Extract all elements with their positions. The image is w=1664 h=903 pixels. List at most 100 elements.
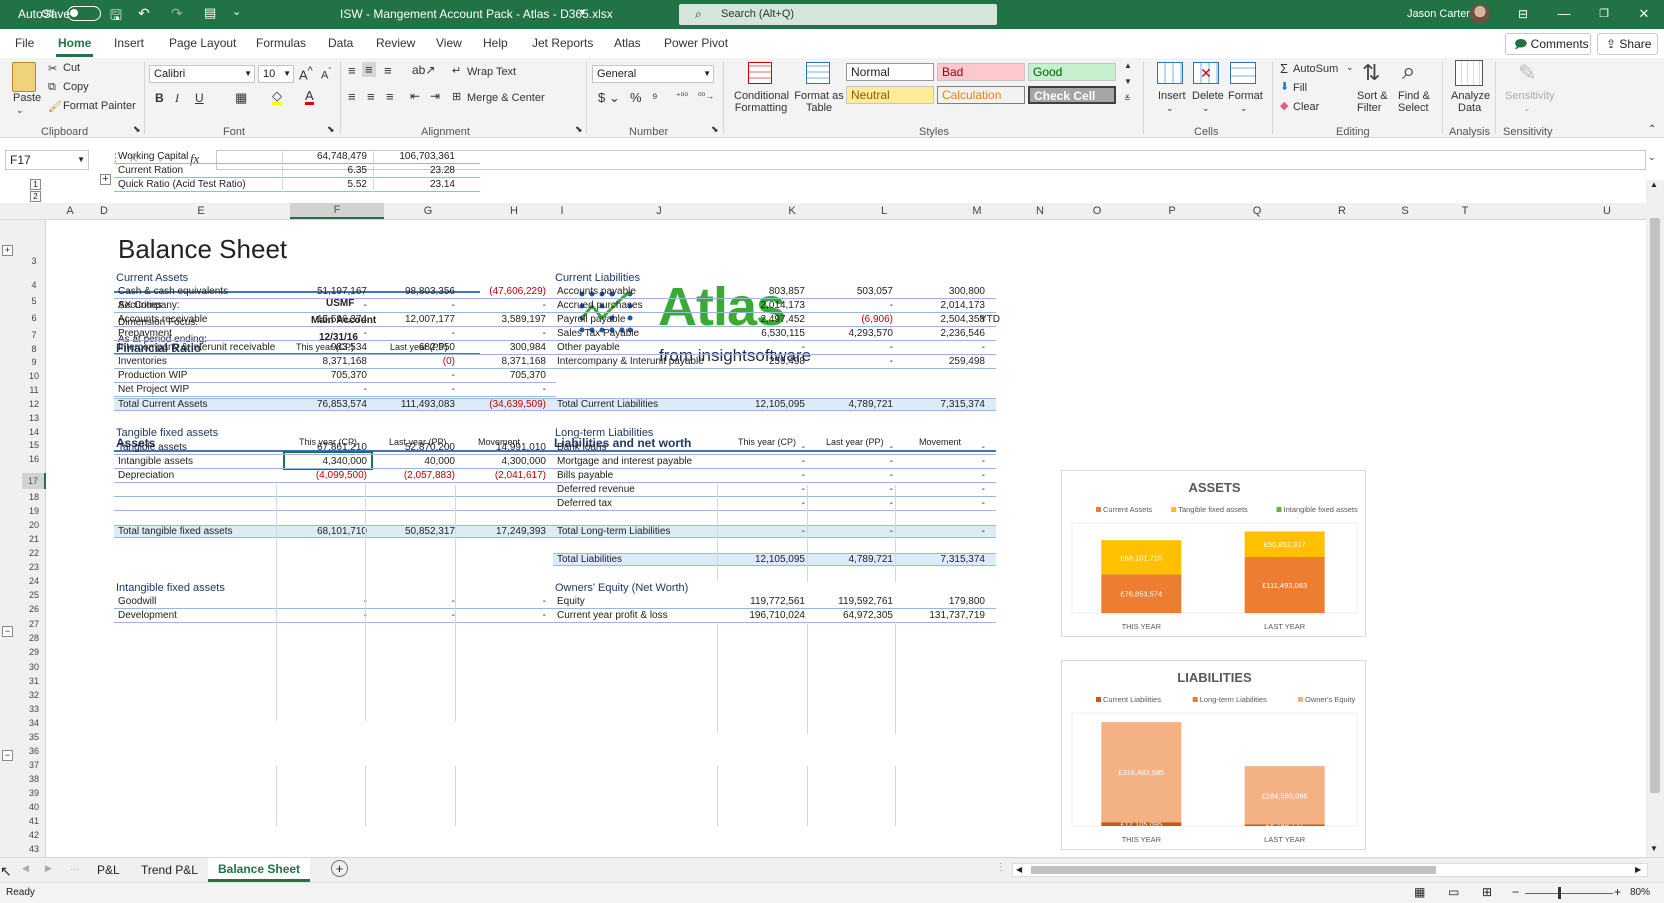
- number-format-select[interactable]: General ▼: [592, 65, 714, 83]
- scroll-up-icon[interactable]: ▲: [1650, 180, 1658, 189]
- row-header[interactable]: 30: [22, 662, 46, 672]
- value-cell[interactable]: -: [283, 328, 367, 339]
- row-header[interactable]: 43: [22, 844, 46, 854]
- font-size-select[interactable]: 10 ▼: [258, 65, 294, 83]
- expand-rows-icon[interactable]: +: [2, 245, 13, 256]
- chevron-down-icon[interactable]: ⌄: [1346, 62, 1354, 73]
- find-select-icon[interactable]: ⌕: [1402, 58, 1415, 86]
- sensitivity-button[interactable]: Sensitivity: [1505, 90, 1555, 102]
- delete-button[interactable]: Delete: [1192, 90, 1224, 102]
- align-center-icon[interactable]: ≡: [367, 89, 375, 104]
- value-cell[interactable]: -: [462, 384, 546, 395]
- value-cell[interactable]: (2,057,883): [371, 470, 455, 481]
- value-cell[interactable]: (2,041,617): [462, 470, 546, 481]
- value-cell[interactable]: 52,870,200: [371, 442, 455, 453]
- value-cell[interactable]: 682,550: [371, 342, 455, 353]
- value-cell[interactable]: 705,370: [462, 370, 546, 381]
- delete-cells-icon[interactable]: ✕: [1193, 62, 1219, 84]
- decrease-decimal-icon[interactable]: ⁰⁰→: [698, 91, 714, 102]
- row-header[interactable]: 21: [22, 534, 46, 544]
- row-header[interactable]: 26: [22, 604, 46, 614]
- conditional-formatting-button[interactable]: Conditional: [734, 90, 789, 102]
- value-cell[interactable]: 4,789,721: [809, 554, 894, 565]
- value-cell[interactable]: 2,014,173: [721, 300, 806, 311]
- wrap-text-button[interactable]: Wrap Text: [467, 66, 516, 78]
- value-cell[interactable]: 259,498: [721, 356, 805, 367]
- row-header[interactable]: 34: [22, 718, 46, 728]
- value-cell[interactable]: 179,800: [901, 596, 985, 607]
- row-header[interactable]: 23: [22, 562, 46, 572]
- cut-button[interactable]: Cut: [63, 62, 80, 74]
- tab-file[interactable]: File: [15, 36, 34, 50]
- row-header[interactable]: 22: [22, 548, 46, 558]
- value-cell[interactable]: -: [721, 342, 805, 353]
- value-cell[interactable]: -: [809, 526, 893, 537]
- percent-icon[interactable]: %: [630, 90, 642, 105]
- value-cell[interactable]: -: [462, 596, 546, 607]
- column-header[interactable]: G: [418, 205, 438, 217]
- scroll-thumb[interactable]: [1650, 218, 1660, 793]
- value-cell[interactable]: 131,737,719: [901, 610, 985, 621]
- zoom-in-icon[interactable]: +: [1614, 885, 1621, 899]
- tab-review[interactable]: Review: [376, 36, 415, 50]
- style-bad[interactable]: Bad: [937, 63, 1025, 81]
- style-good[interactable]: Good: [1028, 63, 1116, 81]
- value-cell[interactable]: -: [809, 498, 893, 509]
- copy-icon[interactable]: ⧉: [48, 81, 56, 94]
- paste-dropdown-icon[interactable]: ⌄: [16, 105, 24, 116]
- value-cell[interactable]: -: [283, 384, 367, 395]
- tab-power-pivot[interactable]: Power Pivot: [664, 36, 728, 50]
- value-cell[interactable]: 5.52: [283, 179, 367, 190]
- italic-button[interactable]: I: [175, 91, 179, 106]
- column-header[interactable]: F: [290, 203, 384, 219]
- value-cell[interactable]: -: [371, 300, 455, 311]
- tab-formulas[interactable]: Formulas: [256, 36, 306, 50]
- value-cell[interactable]: 6,530,115: [721, 328, 805, 339]
- value-cell[interactable]: -: [809, 300, 893, 311]
- merge-center-button[interactable]: Merge & Center: [467, 92, 545, 104]
- sensitivity-icon[interactable]: ✎: [1518, 60, 1536, 86]
- value-cell[interactable]: -: [721, 470, 805, 481]
- value-cell[interactable]: 76,853,574: [283, 399, 367, 410]
- bold-button[interactable]: B: [155, 91, 164, 105]
- value-cell[interactable]: -: [901, 484, 985, 495]
- value-cell[interactable]: 2,497,452: [721, 314, 806, 325]
- value-cell[interactable]: 300,984: [462, 342, 546, 353]
- underline-button[interactable]: U: [195, 91, 204, 105]
- clipboard-icon[interactable]: ▤: [204, 5, 216, 21]
- row-header[interactable]: 41: [22, 816, 46, 826]
- value-cell[interactable]: 68,101,710: [283, 526, 367, 537]
- column-header[interactable]: K: [782, 205, 802, 217]
- avatar[interactable]: [1470, 4, 1490, 24]
- value-cell[interactable]: 259,498: [901, 356, 985, 367]
- tab-home[interactable]: Home: [55, 36, 94, 57]
- row-header[interactable]: 5: [22, 296, 46, 306]
- row-header[interactable]: 28: [22, 633, 46, 643]
- value-cell[interactable]: 17,249,393: [462, 526, 546, 537]
- value-cell[interactable]: -: [462, 300, 546, 311]
- column-header[interactable]: R: [1332, 205, 1352, 217]
- value-cell[interactable]: 23.28: [371, 165, 455, 176]
- format-painter-button[interactable]: Format Painter: [63, 100, 136, 112]
- value-cell[interactable]: -: [283, 610, 367, 621]
- horizontal-scrollbar[interactable]: ◀ ▶: [1012, 863, 1648, 877]
- customize-qat-icon[interactable]: ⌄: [232, 5, 241, 18]
- user-name[interactable]: Jason Carter: [1407, 8, 1470, 20]
- outline-level-button[interactable]: 2: [30, 191, 41, 202]
- decrease-indent-icon[interactable]: ⇤: [410, 89, 420, 103]
- value-cell[interactable]: -: [809, 442, 893, 453]
- orientation-icon[interactable]: ab↗: [412, 63, 435, 77]
- row-header[interactable]: 36: [22, 746, 46, 756]
- column-header[interactable]: Q: [1247, 205, 1267, 217]
- column-header[interactable]: H: [504, 205, 524, 217]
- merge-center-icon[interactable]: ⊞: [452, 90, 461, 103]
- style-check-cell[interactable]: Check Cell: [1028, 86, 1116, 104]
- conditional-formatting-icon[interactable]: [748, 62, 772, 84]
- row-header[interactable]: 40: [22, 802, 46, 812]
- autosum-icon[interactable]: Σ: [1280, 61, 1288, 76]
- value-cell[interactable]: 23.14: [371, 179, 455, 190]
- borders-icon[interactable]: ▦: [235, 90, 247, 106]
- liabilities-chart[interactable]: LIABILITIES Current Liabilities Long-term …: [1061, 660, 1366, 850]
- format-button[interactable]: Format: [1228, 90, 1263, 102]
- analyze-data-button[interactable]: Analyze: [1451, 90, 1490, 102]
